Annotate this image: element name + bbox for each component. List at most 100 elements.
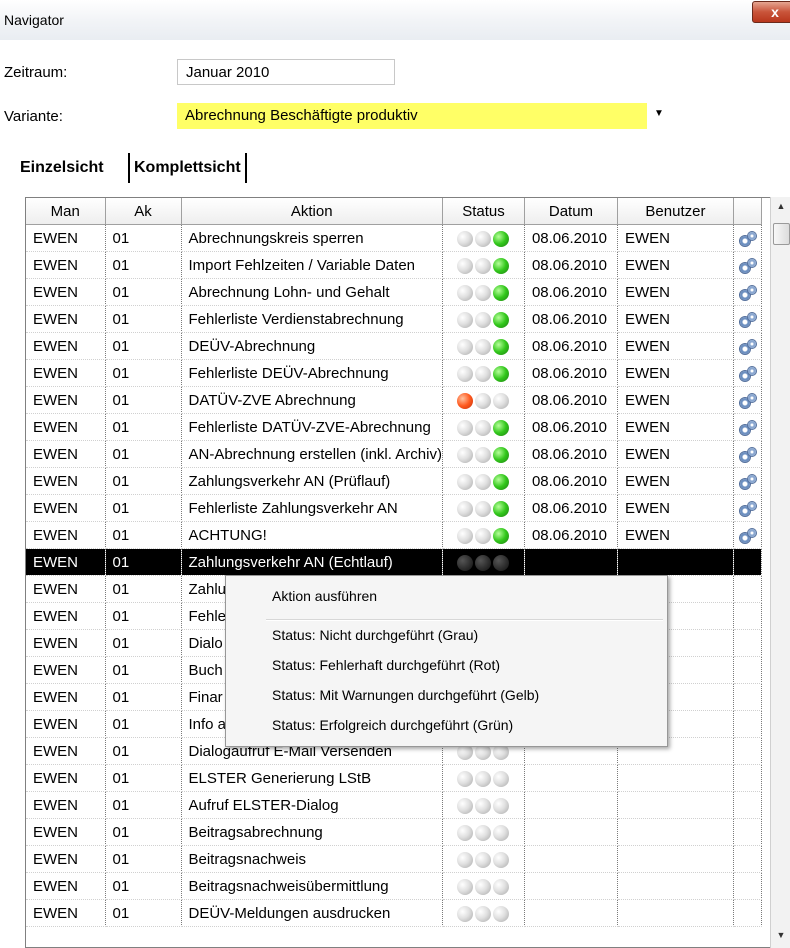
column-header-man[interactable]: Man [26,198,106,225]
cell-man: EWEN [26,683,106,711]
gear-icon[interactable] [739,366,756,381]
table-row[interactable]: EWEN 01 Fehlerliste Verdienstabrechnung 08.… [26,305,762,333]
table-row[interactable]: EWEN 01 Zahlungsverkehr AN (Prüflauf) 08.06… [26,467,762,495]
gear-icon[interactable] [739,339,756,354]
cell-man: EWEN [26,575,106,603]
cell-man: EWEN [26,710,106,738]
status-dot-icon [457,446,474,463]
gear-icon[interactable] [739,393,756,408]
table-row[interactable]: EWEN 01 Aufruf ELSTER-Dialog [26,791,762,819]
status-lights [442,359,525,387]
vertical-scrollbar[interactable]: ▲ ▼ [770,197,790,948]
cell-ak: 01 [105,359,182,387]
table-row[interactable]: EWEN 01 Import Fehlzeiten / Variable Daten… [26,251,762,279]
status-dot-icon [475,419,492,436]
table-row[interactable]: EWEN 01 AN-Abrechnung erstellen (inkl. Arc… [26,440,762,468]
gear-icon[interactable] [739,312,756,327]
table-row[interactable]: EWEN 01 Abrechnungskreis sperren 08.06.2010… [26,224,762,252]
cell-aktion: Abrechnungskreis sperren [181,224,443,252]
column-header-datum[interactable]: Datum [524,198,618,225]
status-dot-icon [475,905,492,922]
gear-icon[interactable] [739,231,756,246]
cell-ak: 01 [105,521,182,549]
cell-aktion: DEÜV-Abrechnung [181,332,443,360]
cell-action [733,656,762,684]
status-dot-icon [457,851,474,868]
menu-item-status-rot[interactable]: Status: Fehlerhaft durchgeführt (Rot) [272,657,500,673]
cell-man: EWEN [26,251,106,279]
cell-man: EWEN [26,872,106,900]
table-row[interactable]: EWEN 01 Fehlerliste DATÜV-ZVE-Abrechnung 08… [26,413,762,441]
menu-item-status-grau[interactable]: Status: Nicht durchgeführt (Grau) [272,627,478,643]
column-header-benutzer[interactable]: Benutzer [617,198,734,225]
table-row[interactable]: EWEN 01 Abrechnung Lohn- und Gehalt 08.06.2… [26,278,762,306]
cell-ak: 01 [105,818,182,846]
menu-item-status-gruen[interactable]: Status: Erfolgreich durchgeführt (Grün) [272,717,513,733]
table-row[interactable]: EWEN 01 Beitragsnachweisübermittlung [26,872,762,900]
scrollbar-thumb[interactable] [773,223,790,245]
cell-action [733,629,762,657]
table-row[interactable]: EWEN 01 Fehlerliste Zahlungsverkehr AN 08.0… [26,494,762,522]
status-dot-icon [475,878,492,895]
cell-datum: 08.06.2010 [524,494,618,522]
gear-icon[interactable] [739,420,756,435]
status-dot-icon [493,446,510,463]
gear-icon[interactable] [739,258,756,273]
cell-action [733,548,762,576]
table-row[interactable]: EWEN 01 DEÜV-Abrechnung 08.06.2010 EWEN [26,332,762,360]
table-row[interactable]: EWEN 01 ELSTER Generierung LStB [26,764,762,792]
table-row[interactable]: EWEN 01 ACHTUNG! 08.06.2010 EWEN [26,521,762,549]
gear-icon[interactable] [739,285,756,300]
table-row[interactable]: EWEN 01 DATÜV-ZVE Abrechnung 08.06.2010 EWEN [26,386,762,414]
tab-komplettsicht[interactable]: Komplettsicht [128,153,247,183]
cell-ak: 01 [105,872,182,900]
status-dot-icon [493,770,510,787]
variante-select[interactable]: Abrechnung Beschäftigte produktiv [177,103,647,129]
table-row[interactable]: EWEN 01 Zahlungsverkehr AN (Echtlauf) [26,548,762,576]
cell-benutzer [617,899,734,927]
cell-man: EWEN [26,224,106,252]
menu-item-aktion-ausfuehren[interactable]: Aktion ausführen [272,588,377,604]
status-dot-icon [493,338,510,355]
cell-ak: 01 [105,602,182,630]
cell-datum [524,764,618,792]
cell-ak: 01 [105,440,182,468]
menu-item-status-gelb[interactable]: Status: Mit Warnungen durchgeführt (Gelb… [272,687,539,703]
zeitraum-field[interactable]: Januar 2010 [177,59,395,85]
cell-action [733,494,762,522]
cell-aktion: Import Fehlzeiten / Variable Daten [181,251,443,279]
table-row[interactable]: EWEN 01 Beitragsnachweis [26,845,762,873]
gear-icon[interactable] [739,474,756,489]
status-dot-icon [493,230,510,247]
column-header-ak[interactable]: Ak [105,198,182,225]
cell-aktion: Fehlerliste DATÜV-ZVE-Abrechnung [181,413,443,441]
chevron-down-icon[interactable]: ▼ [654,108,664,119]
cell-benutzer [617,845,734,873]
status-dot-icon [475,473,492,490]
table-row[interactable]: EWEN 01 Beitragsabrechnung [26,818,762,846]
gear-icon[interactable] [739,528,756,543]
cell-man: EWEN [26,818,106,846]
table-row[interactable]: EWEN 01 DEÜV-Meldungen ausdrucken [26,899,762,927]
status-dot-icon [475,824,492,841]
column-header-status[interactable]: Status [442,198,525,225]
cell-action [733,521,762,549]
status-dot-icon [457,905,474,922]
status-lights [442,440,525,468]
cell-benutzer: EWEN [617,359,734,387]
table-row[interactable]: EWEN 01 Fehlerliste DEÜV-Abrechnung 08.06.2… [26,359,762,387]
gear-icon[interactable] [739,447,756,462]
status-lights [442,899,525,927]
column-header-aktion[interactable]: Aktion [181,198,443,225]
tab-einzelsicht[interactable]: Einzelsicht [20,153,104,183]
scroll-down-arrow-icon[interactable]: ▼ [771,930,790,940]
gear-icon[interactable] [739,501,756,516]
cell-man: EWEN [26,656,106,684]
cell-ak: 01 [105,224,182,252]
close-button[interactable]: x [752,1,790,23]
status-lights [442,845,525,873]
cell-man: EWEN [26,413,106,441]
status-dot-icon [457,338,474,355]
cell-ak: 01 [105,656,182,684]
scroll-up-arrow-icon[interactable]: ▲ [771,201,790,211]
